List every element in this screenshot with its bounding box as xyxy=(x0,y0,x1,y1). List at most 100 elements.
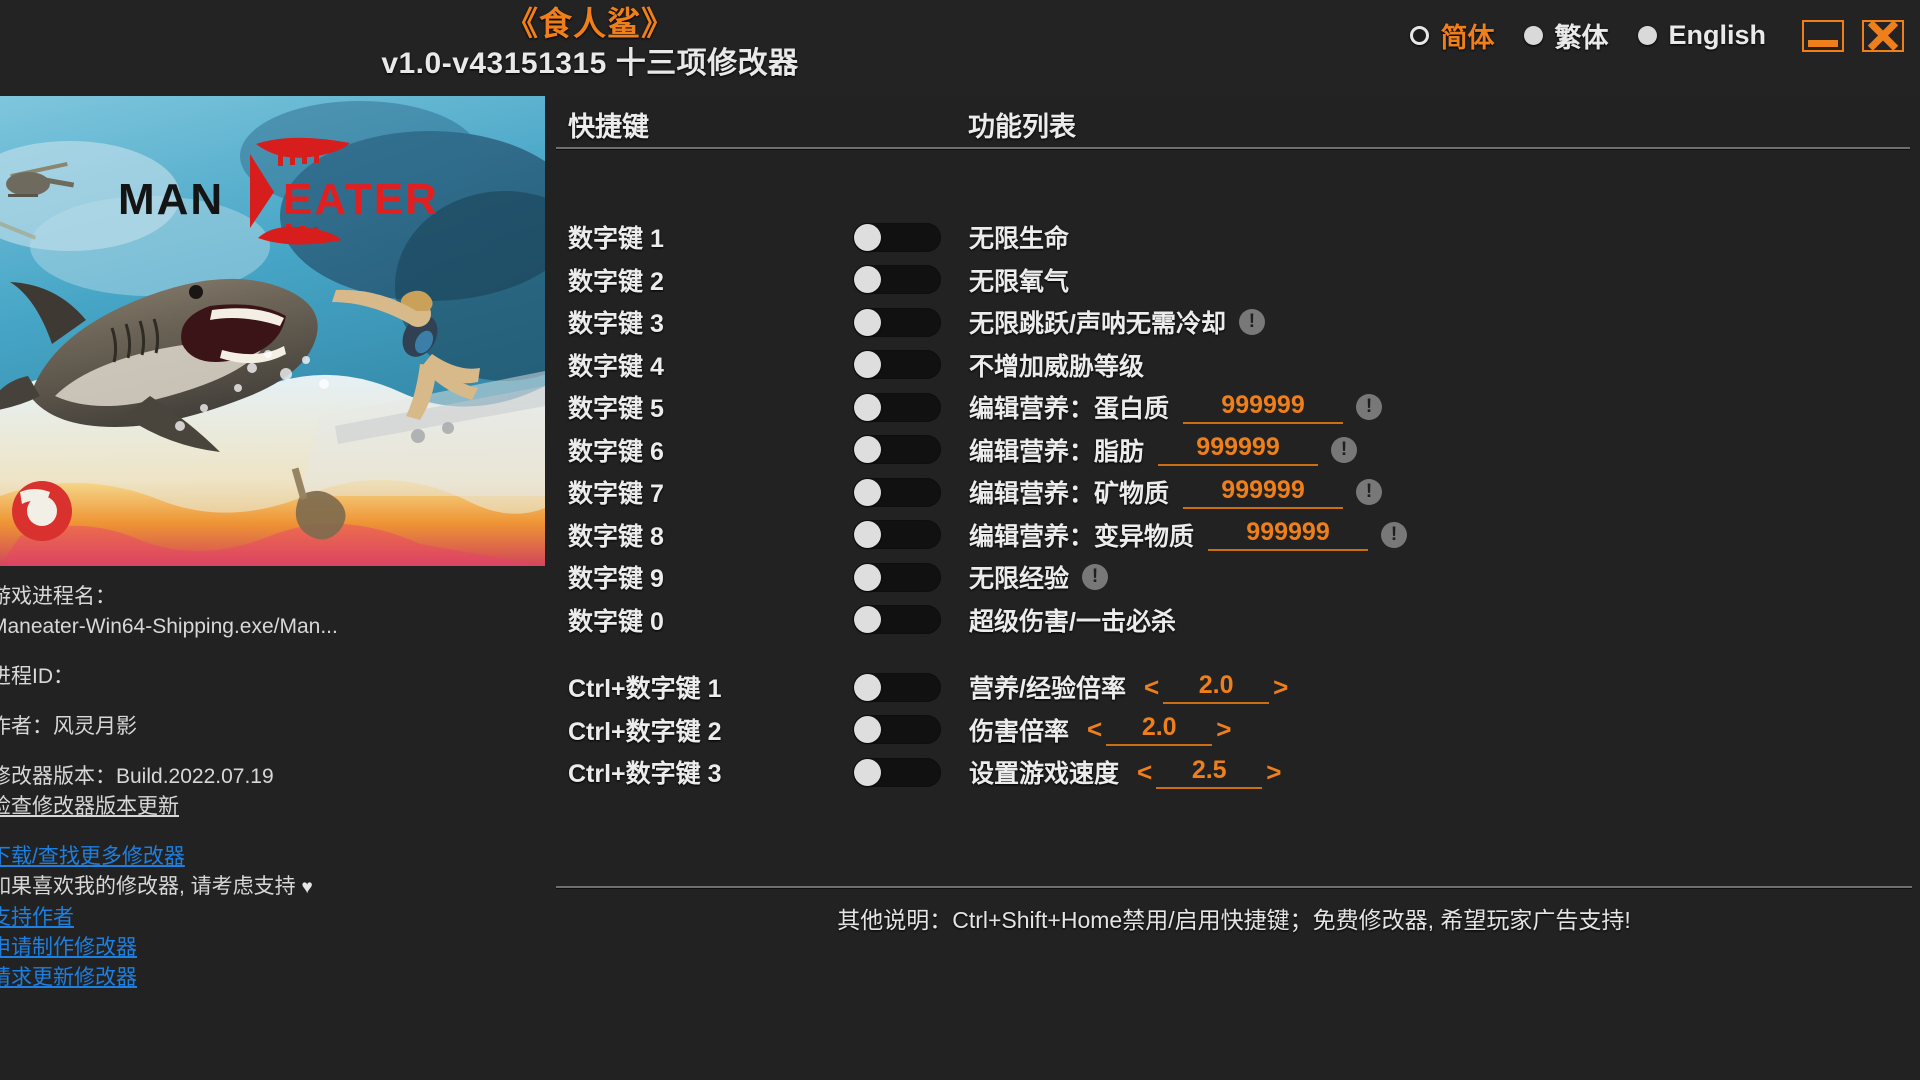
cheat-row: Ctrl+数字键 1 营养/经验倍率 <2.0 > xyxy=(548,666,1920,709)
lang-option-english[interactable]: English xyxy=(1638,20,1766,51)
value-spinner: <2.0 > xyxy=(1083,713,1235,747)
function-cell: 编辑营养：蛋白质 999999! xyxy=(969,389,1383,425)
cheat-toggle[interactable] xyxy=(853,307,941,337)
cheat-toggle[interactable] xyxy=(853,435,941,465)
lang-option-simplified[interactable]: 简体 xyxy=(1410,16,1494,55)
process-name-label: 游戏进程名： xyxy=(0,585,116,608)
toggle-knob xyxy=(854,563,881,591)
svg-text:MAN: MAN xyxy=(118,175,224,224)
function-cell: 编辑营养：脂肪 999999! xyxy=(969,432,1358,468)
cheat-toggle[interactable] xyxy=(853,672,941,702)
value-spinner: <2.5 > xyxy=(1133,756,1285,789)
info-icon[interactable]: ! xyxy=(1356,479,1383,506)
increment-button[interactable]: > xyxy=(1212,714,1235,745)
toggle-knob xyxy=(854,606,881,634)
function-label: 超级伤害/一击必杀 xyxy=(969,607,1176,636)
request-update-trainer-link[interactable]: 请求更新修改器 xyxy=(0,963,137,993)
info-icon[interactable]: ! xyxy=(1331,436,1358,463)
radio-icon-traditional[interactable] xyxy=(1524,26,1544,45)
function-cell: 编辑营养：变异物质 999999! xyxy=(969,517,1408,553)
footer-divider xyxy=(556,886,1912,888)
sidebar: MAN EATER 游戏进程名： Maneater-Win64-Shipping… xyxy=(0,96,548,1080)
function-label: 无限经验 xyxy=(969,565,1070,594)
function-cell: 无限经验! xyxy=(969,559,1109,595)
main-panel: 快捷键 功能列表 数字键 1 无限生命 数字键 2 无限氧气 数字键 3 无限跳跃/声呐无… xyxy=(548,96,1920,1080)
request-make-trainer-link[interactable]: 申请制作修改器 xyxy=(0,933,137,963)
function-cell: 不增加威胁等级 xyxy=(969,347,1144,383)
increment-button[interactable]: > xyxy=(1262,757,1285,788)
cheat-row: 数字键 8 编辑营养：变异物质 999999! xyxy=(548,514,1920,557)
toggle-knob xyxy=(854,393,881,421)
lang-option-traditional[interactable]: 繁体 xyxy=(1524,16,1608,55)
cheat-row-list: 数字键 1 无限生命 数字键 2 无限氧气 数字键 3 无限跳跃/声呐无需冷却! 数字键 4… xyxy=(548,216,1920,794)
function-cell: 营养/经验倍率 <2.0 > xyxy=(969,669,1292,705)
hotkey-label: Ctrl+数字键 2 xyxy=(568,717,722,746)
cheat-row: 数字键 5 编辑营养：蛋白质 999999! xyxy=(548,386,1920,429)
function-cell: 设置游戏速度 <2.5 > xyxy=(969,754,1285,790)
cover-illustration: MAN EATER xyxy=(0,96,545,566)
title-block: 《食人鲨》 v1.0-v43151315 十三项修改器 xyxy=(0,4,1180,84)
toggle-knob xyxy=(854,223,881,251)
toggle-knob xyxy=(854,436,881,464)
process-id-label: 进程ID： xyxy=(0,665,74,688)
cheat-toggle[interactable] xyxy=(853,520,941,550)
hotkey-label: 数字键 0 xyxy=(568,607,664,636)
info-icon[interactable]: ! xyxy=(1356,394,1383,421)
footer-note: 其他说明：Ctrl+Shift+Home禁用/启用快捷键；免费修改器, 希望玩家… xyxy=(837,907,1631,933)
cheat-toggle[interactable] xyxy=(853,477,941,507)
close-button[interactable] xyxy=(1862,19,1904,52)
cheat-toggle[interactable] xyxy=(853,715,941,745)
spinner-value[interactable]: 2.0 xyxy=(1106,713,1213,747)
cheat-toggle[interactable] xyxy=(853,562,941,592)
info-icon[interactable]: ! xyxy=(1381,521,1408,548)
cheat-toggle[interactable] xyxy=(853,757,941,787)
function-cell: 无限生命 xyxy=(969,219,1069,255)
cheat-row: Ctrl+数字键 3 设置游戏速度 <2.5 > xyxy=(548,751,1920,794)
function-label: 设置游戏速度 xyxy=(969,760,1120,789)
spinner-value[interactable]: 2.5 xyxy=(1156,756,1263,789)
support-author-link[interactable]: 支持作者 xyxy=(0,903,74,933)
toggle-knob xyxy=(854,266,881,294)
value-input[interactable]: 999999 xyxy=(1208,518,1369,552)
hotkey-label: 数字键 1 xyxy=(568,225,664,254)
cheat-toggle[interactable] xyxy=(853,265,941,295)
value-input[interactable]: 999999 xyxy=(1158,433,1319,467)
page-subtitle: v1.0-v43151315 十三项修改器 xyxy=(381,47,799,80)
decrement-button[interactable]: < xyxy=(1133,757,1156,788)
increment-button[interactable]: > xyxy=(1269,672,1292,703)
cheat-toggle[interactable] xyxy=(853,350,941,380)
download-more-trainers-link[interactable]: 下载/查找更多修改器 xyxy=(0,842,185,872)
function-label: 无限氧气 xyxy=(969,267,1070,296)
cheat-toggle[interactable] xyxy=(853,605,941,635)
hotkey-label: 数字键 2 xyxy=(568,267,664,296)
decrement-button[interactable]: < xyxy=(1140,672,1163,703)
toggle-knob xyxy=(854,521,881,549)
cheat-toggle[interactable] xyxy=(853,392,941,422)
toggle-knob xyxy=(854,716,881,744)
radio-icon-simplified[interactable] xyxy=(1410,26,1430,45)
trainer-window: 《食人鲨》 v1.0-v43151315 十三项修改器 简体 繁体 Englis… xyxy=(0,0,1920,1080)
function-label: 编辑营养：变异物质 xyxy=(969,522,1195,551)
cheat-row: Ctrl+数字键 2 伤害倍率 <2.0 > xyxy=(548,709,1920,752)
minimize-button[interactable] xyxy=(1802,19,1844,52)
page-title: 《食人鲨》 xyxy=(505,5,675,42)
info-icon[interactable]: ! xyxy=(1238,309,1265,336)
hotkey-label: 数字键 6 xyxy=(568,437,664,466)
cheat-row: 数字键 6 编辑营养：脂肪 999999! xyxy=(548,429,1920,472)
function-cell: 超级伤害/一击必杀 xyxy=(969,602,1176,638)
value-input[interactable]: 999999 xyxy=(1183,476,1344,509)
function-cell: 伤害倍率 <2.0 > xyxy=(969,712,1235,748)
decrement-button[interactable]: < xyxy=(1083,714,1106,745)
check-update-link[interactable]: 检查修改器版本更新 xyxy=(0,792,179,822)
cheat-toggle[interactable] xyxy=(853,222,941,252)
header-divider xyxy=(556,147,1910,149)
support-note: 如果喜欢我的修改器, 请考虑支持 xyxy=(0,875,296,898)
value-input[interactable]: 999999 xyxy=(1183,391,1344,424)
spinner-value[interactable]: 2.0 xyxy=(1163,671,1270,704)
window-controls xyxy=(1802,19,1904,52)
info-icon[interactable]: ! xyxy=(1082,564,1109,591)
radio-icon-english[interactable] xyxy=(1638,26,1658,45)
function-label: 编辑营养：脂肪 xyxy=(969,437,1145,466)
toggle-knob xyxy=(854,308,881,336)
